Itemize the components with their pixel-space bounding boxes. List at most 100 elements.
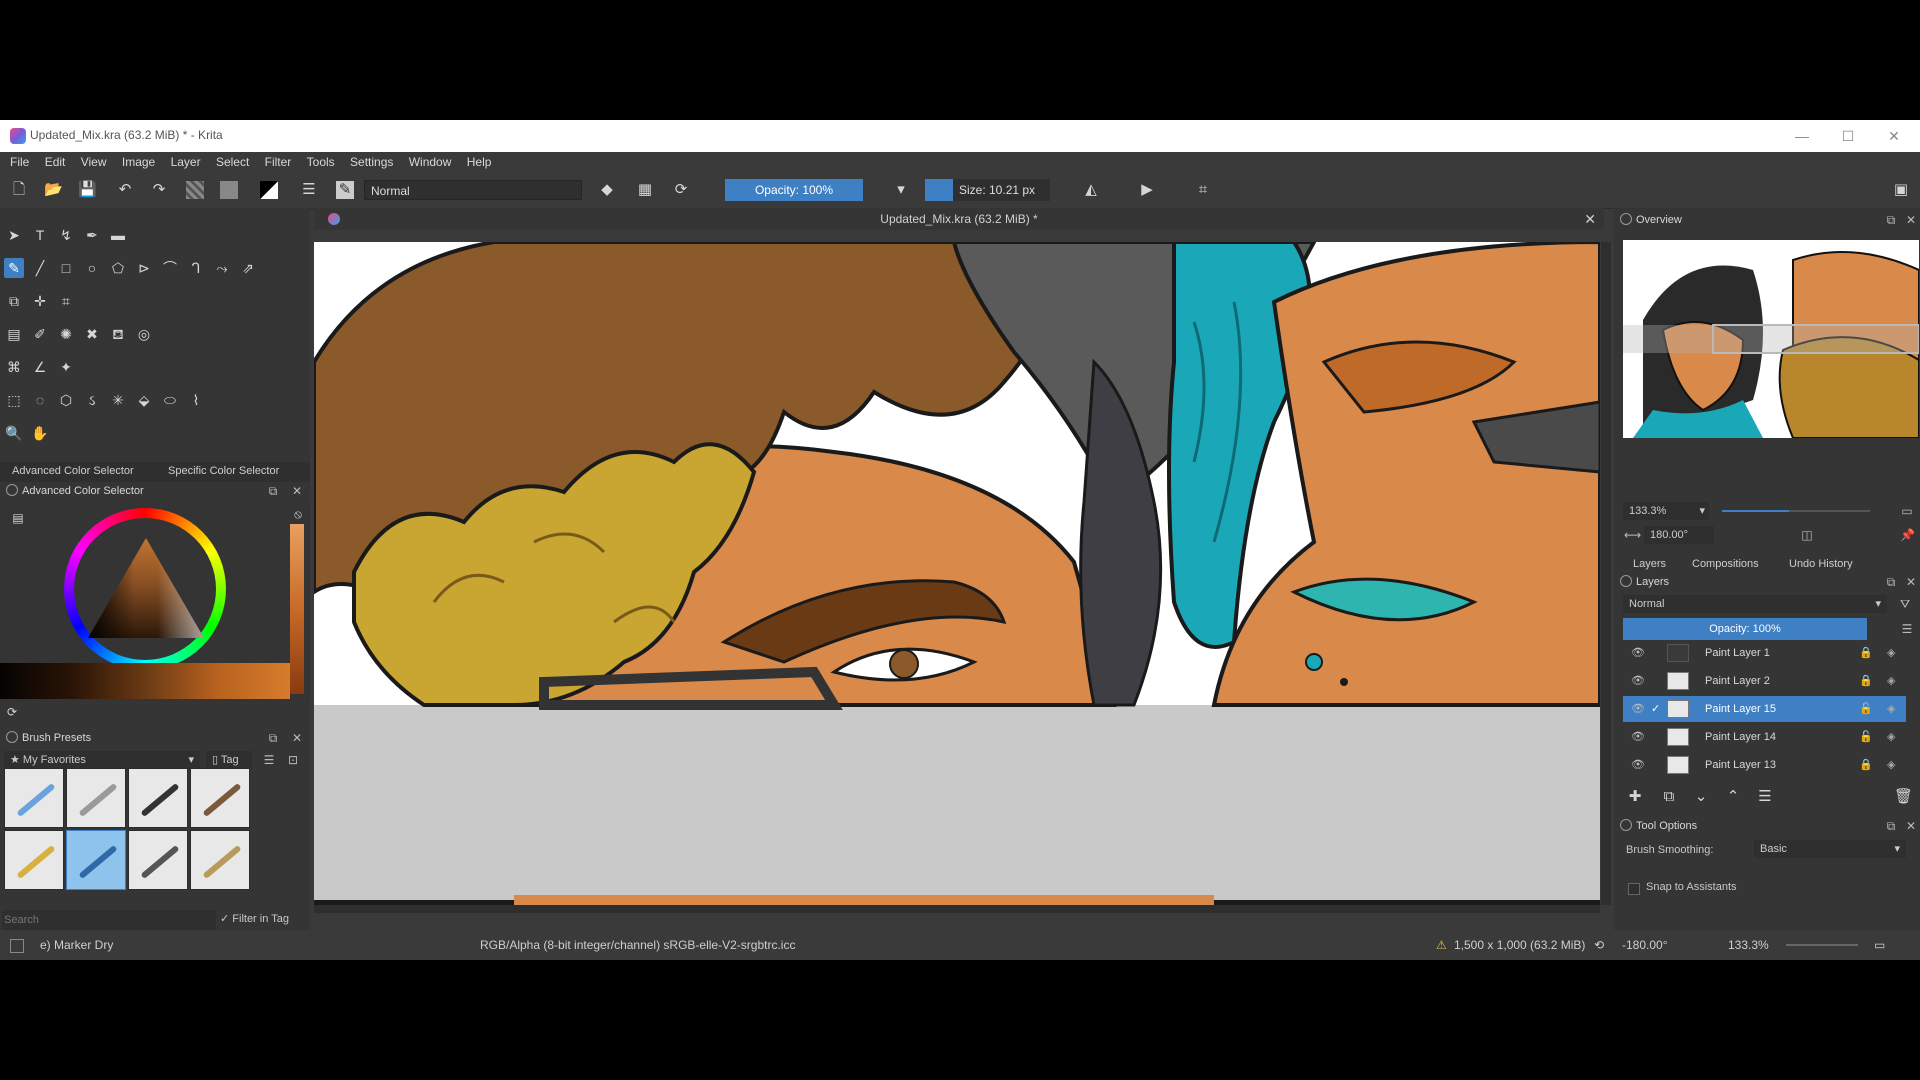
layer-row[interactable]: 👁 Paint Layer 1 🔒 ◈ [1623, 640, 1906, 666]
color-picker-tool-icon[interactable]: ✐ [30, 324, 50, 344]
line-tool-icon[interactable]: ╱ [30, 258, 50, 278]
rectangle-tool-icon[interactable]: □ [56, 258, 76, 278]
brush-preset-pencil[interactable] [190, 768, 250, 828]
color-history-bar[interactable] [290, 524, 304, 694]
float-docker-icon[interactable]: ⧉ [1884, 819, 1898, 833]
menu-view[interactable]: View [81, 152, 107, 172]
close-window-button[interactable]: ✕ [1874, 124, 1914, 148]
brush-preset-marker-dry[interactable] [66, 830, 126, 890]
snap-to-assistants-checkbox[interactable] [1628, 883, 1640, 895]
tab-advanced-color-selector[interactable]: Advanced Color Selector [12, 465, 134, 477]
alpha-lock-icon[interactable]: ◈ [1887, 640, 1895, 666]
menu-select[interactable]: Select [216, 152, 249, 172]
tag-button[interactable]: ▯ Tag [206, 751, 252, 769]
overview-zoom-slider[interactable] [1722, 510, 1870, 512]
lock-icon[interactable]: 🔒 [1859, 668, 1873, 694]
crop-tool-icon[interactable]: ⌗ [56, 291, 76, 311]
brush-preset-bristles[interactable] [190, 830, 250, 890]
zoom-tool-icon[interactable]: 🔍 [4, 423, 24, 443]
color-selector-settings-icon[interactable]: ▤ [8, 508, 28, 528]
maximize-button[interactable]: ☐ [1828, 124, 1868, 148]
lock-icon[interactable]: 🔒 [1859, 752, 1873, 778]
similar-color-selection-tool-icon[interactable]: ⬙ [134, 390, 154, 410]
bezier-selection-tool-icon[interactable]: ⬭ [160, 390, 180, 410]
visibility-eye-icon[interactable]: 👁 [1631, 696, 1645, 722]
open-document-icon[interactable]: 📂 [44, 181, 63, 199]
visibility-eye-icon[interactable]: 👁 [1631, 668, 1645, 694]
polyline-tool-icon[interactable]: ⊳ [134, 258, 154, 278]
fill-pattern-icon[interactable] [220, 181, 238, 199]
new-document-icon[interactable]: 🗋 [10, 181, 28, 199]
float-docker-icon[interactable]: ⧉ [266, 484, 280, 498]
fit-to-view-icon[interactable]: ▭ [1900, 504, 1914, 518]
ellipse-tool-icon[interactable]: ○ [82, 258, 102, 278]
fill-gradient-icon[interactable] [186, 181, 204, 199]
colorize-mask-tool-icon[interactable]: ✖ [82, 324, 102, 344]
mirror-horizontal-icon[interactable]: ◭ [1082, 181, 1100, 199]
layer-menu-icon[interactable]: ☰ [1900, 622, 1914, 636]
brush-smoothing-select[interactable]: Basic ▾ [1754, 840, 1906, 858]
brush-search-input[interactable] [2, 910, 216, 930]
size-slider[interactable]: Size: 10.21 px [925, 179, 1050, 201]
brush-preset-pen[interactable] [4, 830, 64, 890]
bezier-curve-tool-icon[interactable]: ⌒ [160, 258, 180, 278]
list-view-icon[interactable]: ☰ [262, 753, 276, 767]
close-document-icon[interactable]: ✕ [1584, 208, 1596, 230]
rectangular-selection-tool-icon[interactable]: ⬚ [4, 390, 24, 410]
menu-tools[interactable]: Tools [307, 152, 335, 172]
wrap-around-icon[interactable]: ⌗ [1194, 181, 1212, 199]
brush-preset-airbrush[interactable] [66, 768, 126, 828]
pan-tool-icon[interactable]: ✋ [30, 423, 50, 443]
move-layer-down-icon[interactable]: ⌄ [1692, 788, 1710, 806]
lock-icon[interactable]: 🔓 [1859, 724, 1873, 750]
rotate-icon[interactable]: ⟷ [1624, 528, 1641, 542]
gradient-edit-tool-icon[interactable]: ▬ [108, 225, 128, 245]
brush-preset-ink[interactable] [128, 768, 188, 828]
layer-row[interactable]: 👁 Paint Layer 2 🔒 ◈ [1623, 668, 1906, 694]
alpha-lock-icon[interactable]: ◈ [1887, 724, 1895, 750]
rotate-view-icon[interactable]: ⟲ [1594, 930, 1604, 960]
pin-icon[interactable]: 📌 [1900, 528, 1915, 542]
layer-blend-mode-select[interactable]: Normal ▾ [1623, 595, 1887, 613]
layer-opacity-slider[interactable]: Opacity: 100% [1623, 618, 1867, 640]
save-icon[interactable]: 💾 [78, 181, 97, 199]
tab-undo-history[interactable]: Undo History [1789, 558, 1853, 570]
close-docker-icon[interactable]: ✕ [1904, 819, 1918, 833]
menu-filter[interactable]: Filter [265, 152, 292, 172]
measure-tool-icon[interactable]: ∠ [30, 357, 50, 377]
docker-lock-icon[interactable] [6, 731, 18, 744]
fill-tool-icon[interactable]: ⛾ [108, 324, 128, 344]
dynamic-brush-tool-icon[interactable]: ⤳ [212, 258, 232, 278]
reference-images-tool-icon[interactable]: ✦ [56, 357, 76, 377]
edit-shapes-tool-icon[interactable]: ↯ [56, 225, 76, 245]
brush-preset-wet-brush[interactable] [128, 830, 188, 890]
preserve-alpha-icon[interactable]: ▦ [636, 181, 654, 199]
tab-specific-color-selector[interactable]: Specific Color Selector [168, 465, 279, 477]
docker-lock-icon[interactable] [1620, 575, 1632, 588]
contiguous-selection-tool-icon[interactable]: ✳ [108, 390, 128, 410]
text-tool-icon[interactable]: T [30, 225, 50, 245]
undo-icon[interactable]: ↶ [116, 181, 134, 199]
refresh-icon[interactable]: ⟳ [2, 702, 22, 722]
drawing-canvas[interactable] [314, 242, 1600, 905]
menu-window[interactable]: Window [409, 152, 452, 172]
freehand-path-tool-icon[interactable]: ᒉ [186, 258, 206, 278]
mirror-view-icon[interactable]: ◫ [1800, 528, 1814, 542]
elliptical-selection-tool-icon[interactable]: ◌ [30, 390, 50, 410]
brush-preset-icon[interactable]: ✎ [336, 181, 354, 199]
alpha-lock-icon[interactable]: ◈ [1887, 696, 1895, 722]
tab-layers[interactable]: Layers [1633, 558, 1666, 570]
brush-tag-select[interactable]: ★ My Favorites ▾ [4, 751, 200, 769]
tab-compositions[interactable]: Compositions [1692, 558, 1759, 570]
move-layer-up-icon[interactable]: ⌃ [1724, 788, 1742, 806]
layer-row[interactable]: 👁 Paint Layer 13 🔒 ◈ [1623, 752, 1906, 778]
menu-file[interactable]: File [10, 152, 29, 172]
assistant-tool-icon[interactable]: ⌘ [4, 357, 24, 377]
menu-settings[interactable]: Settings [350, 152, 393, 172]
visibility-eye-icon[interactable]: 👁 [1631, 752, 1645, 778]
freehand-brush-tool-icon[interactable]: ✎ [4, 258, 24, 278]
menu-edit[interactable]: Edit [45, 152, 66, 172]
enclose-fill-tool-icon[interactable]: ◎ [134, 324, 154, 344]
brush-settings-icon[interactable]: ☰ [300, 181, 318, 199]
float-docker-icon[interactable]: ⧉ [1884, 575, 1898, 589]
